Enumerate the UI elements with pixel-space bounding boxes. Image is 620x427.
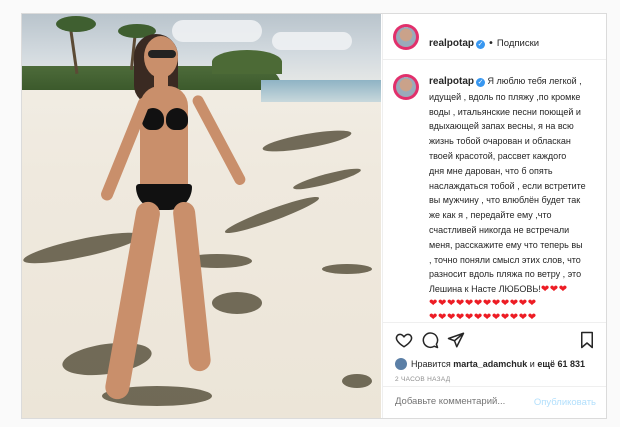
caption-line: воды , итальянские песни поющей и [429,106,581,117]
heart-icon[interactable] [395,331,413,349]
liker-avatar[interactable] [395,358,407,370]
heart-row: ❤❤❤❤❤❤❤❤❤❤❤❤ [429,312,537,322]
caption-line: идущей , вдоль по пляжу ,по кромке [429,91,581,102]
post-time[interactable]: 2 ЧАСОВ НАЗАД [395,376,450,383]
action-bar [383,322,606,358]
photo-person [82,32,262,412]
caption-area: realpotap ✓ Я люблю тебя легкой , идущей … [383,60,606,322]
caption-line: разносит вдоль пляжа по ветру , это [429,269,582,280]
caption-line: меня, расскажите ему что теперь вы [429,239,583,250]
seaweed [342,374,372,388]
comment-box: Опубликовать [383,386,606,418]
seaweed [291,165,363,193]
share-icon[interactable] [447,331,465,349]
post-header: realpotap ✓ • Подписки [383,14,606,60]
username-link[interactable]: realpotap [429,38,474,49]
caption-line: вдыхающей запах весны, я на всю [429,121,574,132]
post-card: realpotap ✓ • Подписки realpotap ✓ Я люблю т… [21,13,607,419]
caption-line: жизнь тобой очарован и обласкан [429,136,571,147]
publish-button[interactable]: Опубликовать [534,397,596,408]
seaweed [322,264,372,274]
likes-prefix: Нравится [411,359,451,369]
photo-cloud [272,32,352,50]
liker-username[interactable]: marta_adamchuk [453,359,527,369]
post-photo[interactable] [22,14,381,418]
avatar[interactable] [393,24,419,50]
header-text: realpotap ✓ • Подписки [429,31,539,50]
comment-icon[interactable] [421,331,439,349]
caption-line: наслаждаться тобой , если встретите [429,180,586,191]
verified-icon: ✓ [476,78,486,87]
verified-icon: ✓ [476,40,486,49]
caption-avatar[interactable] [393,74,419,100]
heart-row: ❤❤❤❤❤❤❤❤❤❤❤❤ [429,298,537,310]
palm-leaves [56,16,96,32]
likes-mid: и [529,359,535,369]
photo-sea [261,80,381,102]
likes-count[interactable]: ещё 61 831 [537,359,585,369]
caption-line: твоей красотой, рассвет каждого [429,150,567,161]
seaweed [261,126,353,156]
follow-button[interactable]: Подписки [497,38,539,49]
caption-line: , точно поняли смысл этих слов, что [429,254,581,265]
separator-dot: • [488,38,494,49]
caption-line: дня мне дарован, что б опять [429,165,553,176]
caption-username[interactable]: realpotap [429,76,474,87]
likes-line: Нравится marta_adamchuk и ещё 61 831 [395,358,605,370]
caption-text: realpotap ✓ Я люблю тебя легкой , идущей … [429,74,599,322]
caption-line: Я люблю тебя легкой , [487,76,582,86]
post-side-panel: realpotap ✓ • Подписки realpotap ✓ Я люблю т… [382,14,606,418]
caption-line: Лешина к Насте ЛЮБОВЬ! [429,284,541,295]
caption-hearts-inline: ❤❤❤ [540,284,568,296]
caption-line: счастливей никогда не встречали [429,224,570,235]
bookmark-icon[interactable] [578,331,596,349]
caption-line: вы мужчину , что влюблён будет так [429,195,581,206]
comment-input[interactable] [395,396,535,407]
caption-line: же как я , передайте ему ,что [429,210,552,221]
